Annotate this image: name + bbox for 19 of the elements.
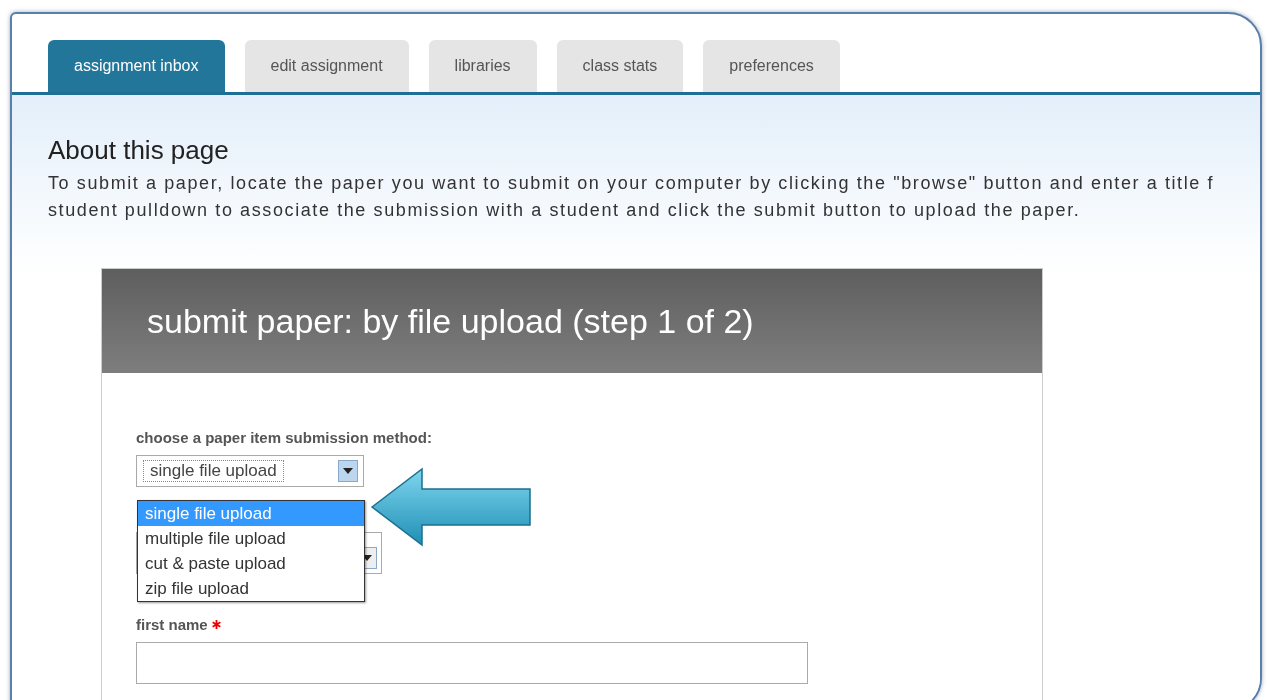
tab[interactable]: edit assignment bbox=[244, 40, 409, 92]
tab[interactable]: assignment inbox bbox=[48, 40, 225, 92]
method-dropdown[interactable]: single file upload bbox=[136, 455, 364, 487]
field-label: choose a paper item submission method: bbox=[136, 429, 433, 446]
section-heading: About this page bbox=[48, 135, 230, 166]
field-label: first name bbox=[136, 616, 1042, 633]
tab[interactable]: libraries bbox=[428, 40, 537, 92]
tab[interactable]: preferences bbox=[703, 40, 840, 92]
description-text: student pulldown to associate the submission with a student and click the submit button to upload the paper. bbox=[48, 199, 1082, 222]
dropdown-button[interactable] bbox=[338, 460, 358, 482]
caret-icon bbox=[343, 468, 353, 474]
first-name-input[interactable] bbox=[136, 642, 808, 684]
tab[interactable]: class stats bbox=[556, 40, 684, 92]
dropdown-option[interactable]: cut & paste upload bbox=[138, 551, 364, 576]
description-text: To submit a paper, locate the paper you want to submit on your computer by clicking the "browse" button and enter a title f bbox=[48, 172, 1216, 195]
panel-title: submit paper: by file upload (step 1 of 2) bbox=[102, 269, 1042, 373]
dropdown-option[interactable]: multiple file upload bbox=[138, 526, 364, 551]
caret-icon bbox=[362, 555, 372, 561]
dropdown-option[interactable]: zip file upload bbox=[138, 576, 364, 601]
